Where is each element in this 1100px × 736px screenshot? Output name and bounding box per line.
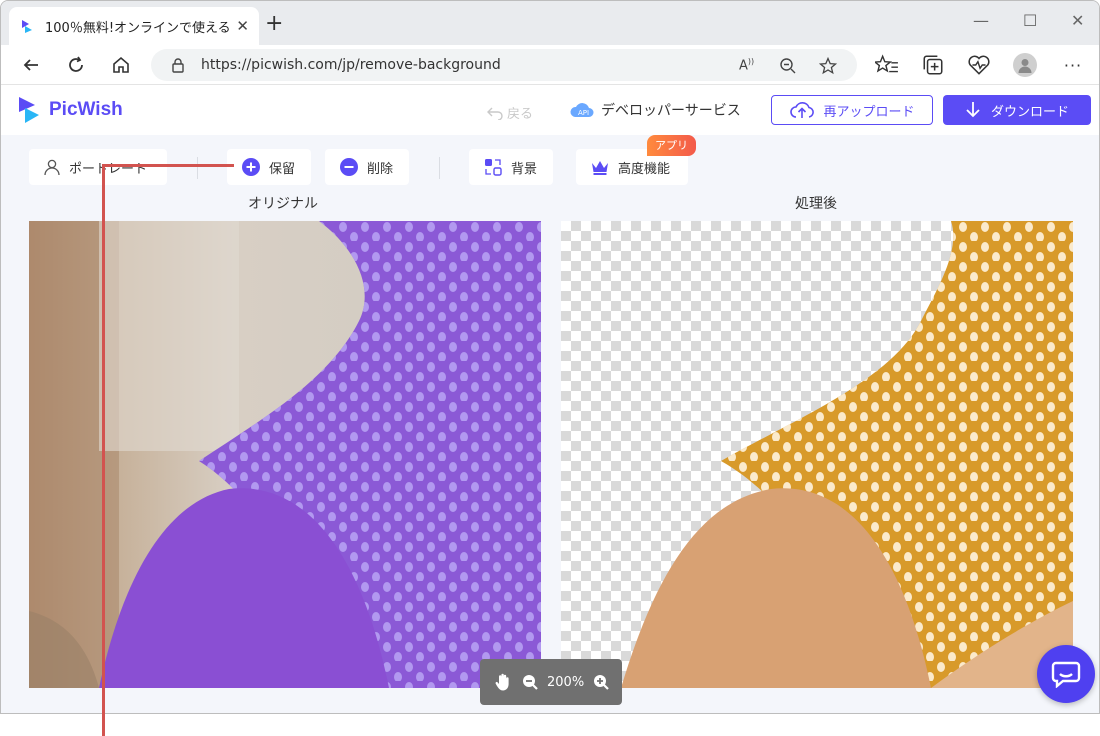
new-tab-icon[interactable]: +	[265, 13, 283, 35]
app-header: PicWish 戻る API デベロッパーサービス 再アップロード ダウンロード	[1, 85, 1099, 135]
read-aloud-icon[interactable]: A))	[739, 57, 754, 73]
chat-support-button[interactable]	[1037, 645, 1095, 703]
processed-image[interactable]	[561, 221, 1073, 688]
plus-circle-icon	[242, 158, 260, 176]
close-tab-icon[interactable]: ✕	[236, 17, 249, 35]
chat-icon	[1051, 661, 1081, 688]
lock-icon	[172, 58, 184, 73]
api-cloud-icon: API	[570, 103, 594, 117]
original-image[interactable]	[29, 221, 541, 688]
developer-label: デベロッパーサービス	[601, 103, 741, 119]
reupload-button[interactable]: 再アップロード	[771, 95, 933, 125]
profile-avatar-icon[interactable]	[1013, 53, 1037, 77]
browser-window: 100％無料!オンラインで使える写真背景 ✕ + — ☐ ✕ https://p…	[0, 0, 1100, 714]
address-bar[interactable]: https://picwish.com/jp/remove-background…	[151, 49, 857, 81]
collections-icon[interactable]	[921, 53, 945, 77]
background-label: 背景	[511, 161, 538, 177]
download-label: ダウンロード	[990, 104, 1069, 120]
processed-label: 処理後	[795, 196, 837, 212]
url-text: https://picwish.com/jp/remove-background	[201, 57, 501, 73]
browser-toolbar: https://picwish.com/jp/remove-background…	[1, 45, 1099, 85]
keep-button[interactable]: 保留	[227, 149, 311, 185]
undo-icon	[487, 107, 503, 120]
close-window-icon[interactable]: ✕	[1071, 11, 1084, 30]
undo-button[interactable]: 戻る	[487, 103, 533, 122]
picwish-logo-icon	[19, 97, 39, 123]
app-badge: アプリ	[647, 135, 696, 156]
undo-label: 戻る	[507, 107, 534, 122]
refresh-icon[interactable]	[64, 53, 88, 77]
favorite-star-icon[interactable]	[819, 57, 837, 75]
person-icon	[44, 159, 60, 176]
minimize-icon[interactable]: —	[973, 11, 989, 30]
browser-essentials-icon[interactable]	[967, 53, 991, 77]
zoom-controls: 200%	[480, 659, 622, 705]
tab-title: 100％無料!オンラインで使える写真背景	[45, 20, 231, 36]
picwish-favicon-icon	[22, 20, 32, 33]
background-button[interactable]: 背景	[469, 149, 553, 185]
zoom-level: 200%	[547, 674, 585, 690]
toolbar-divider	[197, 157, 198, 179]
more-menu-icon[interactable]: ···	[1061, 53, 1085, 77]
download-icon	[966, 102, 980, 118]
browser-tab[interactable]: 100％無料!オンラインで使える写真背景 ✕	[9, 7, 259, 45]
original-photo-graphic	[29, 221, 541, 688]
maximize-icon[interactable]: ☐	[1023, 11, 1037, 30]
favorites-icon[interactable]	[875, 53, 899, 77]
picwish-logo[interactable]: PicWish	[17, 95, 123, 125]
portrait-label: ポートレート	[69, 161, 148, 177]
cloud-upload-icon	[790, 102, 815, 118]
hand-pan-icon[interactable]	[493, 672, 513, 692]
callout-line-vertical	[102, 164, 105, 736]
delete-label: 削除	[367, 161, 394, 177]
advanced-label: 高度機能	[618, 161, 671, 177]
svg-text:API: API	[578, 109, 589, 117]
toolbar-divider	[439, 157, 440, 179]
keep-label: 保留	[269, 161, 296, 177]
reupload-label: 再アップロード	[823, 104, 915, 120]
callout-line-horizontal	[102, 164, 234, 167]
zoom-out-icon[interactable]	[522, 674, 538, 690]
portrait-button[interactable]: ポートレート	[29, 149, 167, 185]
developer-service-link[interactable]: API デベロッパーサービス	[569, 99, 741, 121]
logo-text: PicWish	[49, 99, 123, 120]
original-label: オリジナル	[248, 196, 318, 212]
crown-icon	[592, 161, 608, 175]
download-button[interactable]: ダウンロード	[943, 95, 1091, 125]
back-icon[interactable]	[19, 53, 43, 77]
zoom-in-icon[interactable]	[593, 674, 610, 690]
delete-button[interactable]: 削除	[325, 149, 409, 185]
home-icon[interactable]	[109, 53, 133, 77]
tab-strip: 100％無料!オンラインで使える写真背景 ✕ + — ☐ ✕	[1, 1, 1099, 45]
minus-circle-icon	[340, 158, 358, 176]
zoom-out-icon[interactable]	[779, 57, 797, 75]
background-swap-icon	[485, 159, 502, 176]
processed-photo-graphic	[621, 221, 1073, 688]
